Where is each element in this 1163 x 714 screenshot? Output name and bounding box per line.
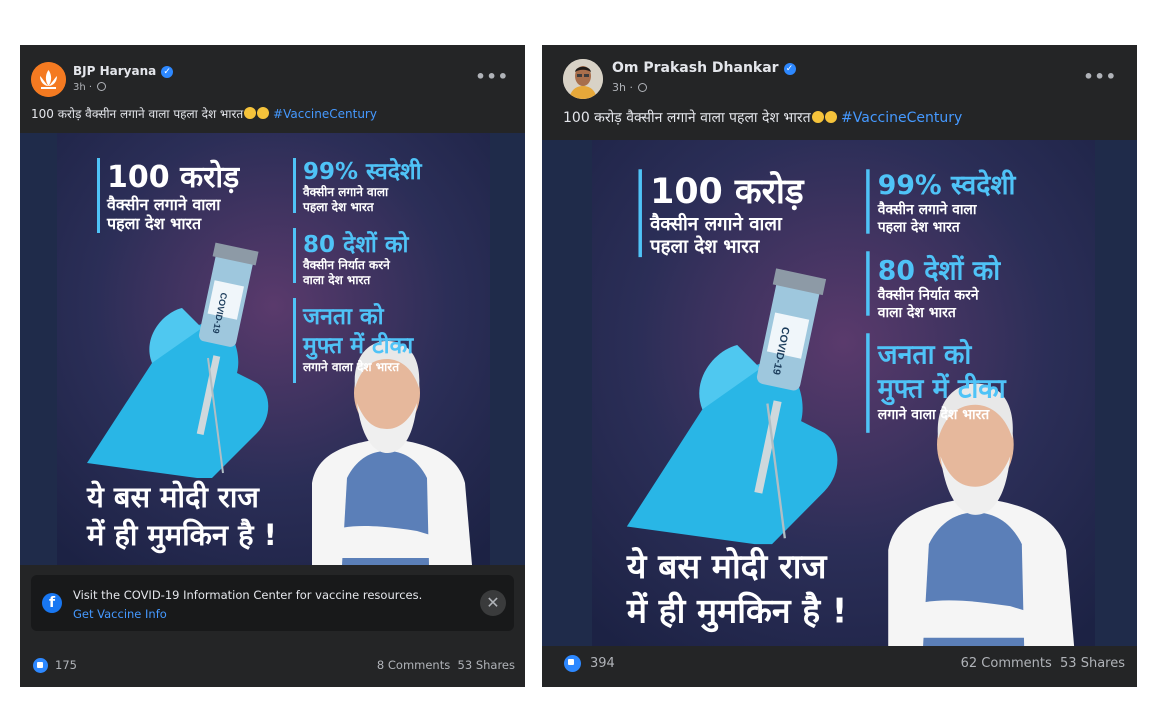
verified-badge-icon: ✓ <box>783 63 796 75</box>
slogan-line-1: ये बस मोदी राज <box>626 547 829 586</box>
like-reaction-icon[interactable] <box>564 655 581 672</box>
headline-2-title: 99% स्वदेशी <box>303 157 423 185</box>
accent-bar <box>293 298 296 383</box>
headline-1-line-1: वैक्सीन लगाने वाला <box>649 212 783 235</box>
facebook-icon: f <box>42 593 62 613</box>
comments-count[interactable]: 8 Comments <box>377 658 450 672</box>
more-options-button[interactable]: ••• <box>475 67 509 86</box>
headline-4-title-1: जनता को <box>877 339 973 371</box>
like-reaction-icon[interactable] <box>33 658 48 673</box>
headline-4-title-2: मुफ्त में टीका <box>877 373 1007 406</box>
post-header: Om Prakash Dhankar ✓ 3h · ••• 100 करोड़ व… <box>542 45 1137 133</box>
accent-bar <box>866 251 870 316</box>
author-name[interactable]: BJP Haryana ✓ <box>73 64 174 78</box>
lotus-logo-icon <box>31 62 66 97</box>
caption-text: 100 करोड़ वैक्सीन लगाने वाला पहला देश भा… <box>31 107 244 121</box>
accent-bar <box>293 228 296 283</box>
globe-icon <box>638 83 648 92</box>
author-name-text[interactable]: BJP Haryana <box>73 64 156 78</box>
headline-3-line-1: वैक्सीन निर्यात करने <box>877 286 980 303</box>
timestamp-text[interactable]: 3h <box>73 82 86 93</box>
avatar[interactable] <box>31 62 66 97</box>
globe-icon <box>97 82 107 91</box>
post-image[interactable]: COVID-19 100 करोड़ वैक्सीन लगाने वाला पह… <box>20 133 525 565</box>
accent-bar <box>97 158 100 233</box>
headline-4-line: लगाने वाला देश भारत <box>302 360 400 374</box>
headline-1-line-1: वैक्सीन लगाने वाला <box>106 195 221 214</box>
shares-count[interactable]: 53 Shares <box>1060 656 1125 671</box>
headline-4-title-2: मुफ्त में टीका <box>302 331 414 360</box>
headline-1-line-2: पहला देश भारत <box>106 214 202 233</box>
ok-hand-emoji-icon <box>257 107 270 119</box>
verified-badge-icon: ✓ <box>161 66 174 78</box>
headline-3-title: 80 देशों को <box>303 230 409 258</box>
post-footer: 175 8 Comments 53 Shares <box>20 647 525 683</box>
accent-bar <box>866 169 870 234</box>
timestamp-text[interactable]: 3h <box>612 81 626 94</box>
vaccine-poster: COVID-19 100 करोड़ वैक्सीन लगाने वाला पह… <box>57 133 490 565</box>
post-timestamp[interactable]: 3h · <box>612 81 648 94</box>
profile-photo-icon <box>563 59 603 99</box>
close-icon[interactable]: ✕ <box>480 590 506 616</box>
slogan-line-2: में ही मुमकिन है ! <box>626 591 847 632</box>
slogan-line-1: ये बस मोदी राज <box>86 480 260 514</box>
like-count[interactable]: 394 <box>590 656 615 671</box>
post-caption: 100 करोड़ वैक्सीन लगाने वाला पहला देश भा… <box>563 108 962 127</box>
headline-3-title: 80 देशों को <box>878 254 1001 286</box>
comments-count[interactable]: 62 Comments <box>961 656 1052 671</box>
clap-emoji-icon <box>244 107 257 119</box>
like-count[interactable]: 175 <box>55 658 77 672</box>
headline-3-line-1: वैक्सीन निर्यात करने <box>302 258 391 272</box>
post-footer: 394 62 Comments 53 Shares <box>542 645 1137 681</box>
post-card-om-prakash-dhankar: Om Prakash Dhankar ✓ 3h · ••• 100 करोड़ व… <box>542 45 1137 687</box>
caption-text: 100 करोड़ वैक्सीन लगाने वाला पहला देश भा… <box>563 110 811 126</box>
headline-1-title: 100 करोड़ <box>107 159 240 195</box>
post-image[interactable]: COVID-19 100 करोड़ वैक्सीन लगाने वाला पह… <box>542 140 1137 646</box>
post-header: BJP Haryana ✓ 3h · ••• 100 करोड़ वैक्सीन … <box>20 45 525 133</box>
post-caption: 100 करोड़ वैक्सीन लगाने वाला पहला देश भा… <box>31 105 377 122</box>
clap-emoji-icon <box>811 111 824 123</box>
slogan-line-2: में ही मुमकिन है ! <box>86 518 277 554</box>
engagement-stats: 62 Comments 53 Shares <box>961 656 1125 671</box>
headline-1-line-2: पहला देश भारत <box>649 234 761 257</box>
author-name[interactable]: Om Prakash Dhankar ✓ <box>612 60 796 76</box>
headline-4-title-1: जनता को <box>302 302 385 330</box>
engagement-stats: 8 Comments 53 Shares <box>377 658 515 672</box>
headline-2-line-1: वैक्सीन लगाने वाला <box>302 185 389 199</box>
covid-info-banner: f Visit the COVID-19 Information Center … <box>31 575 514 631</box>
hashtag-link[interactable]: #VaccineCentury <box>273 107 377 121</box>
post-timestamp[interactable]: 3h · <box>73 82 107 93</box>
headline-3-line-2: वाला देश भारत <box>302 273 371 287</box>
accent-bar <box>293 158 296 213</box>
headline-1-title: 100 करोड़ <box>650 171 805 212</box>
author-name-text[interactable]: Om Prakash Dhankar <box>612 60 779 76</box>
ok-hand-emoji-icon <box>824 111 837 123</box>
shares-count[interactable]: 53 Shares <box>458 658 515 672</box>
accent-bar <box>866 333 870 433</box>
vaccine-poster: COVID-19 100 करोड़ वैक्सीन लगाने वाला पह… <box>592 140 1095 646</box>
headline-4-line: लगाने वाला देश भारत <box>877 406 990 423</box>
accent-bar <box>638 169 642 258</box>
hashtag-link[interactable]: #VaccineCentury <box>841 110 962 126</box>
get-vaccine-info-link[interactable]: Get Vaccine Info <box>73 607 167 621</box>
avatar[interactable] <box>563 59 603 99</box>
post-card-bjp-haryana: BJP Haryana ✓ 3h · ••• 100 करोड़ वैक्सीन … <box>20 45 525 687</box>
headline-2-title: 99% स्वदेशी <box>878 169 1017 201</box>
more-options-button[interactable]: ••• <box>1083 67 1117 86</box>
headline-2-line-1: वैक्सीन लगाने वाला <box>877 201 978 218</box>
headline-2-line-2: पहला देश भारत <box>302 200 375 214</box>
headline-2-line-2: पहला देश भारत <box>877 218 961 235</box>
info-banner-text: Visit the COVID-19 Information Center fo… <box>73 588 423 602</box>
headline-3-line-2: वाला देश भारत <box>877 304 957 321</box>
